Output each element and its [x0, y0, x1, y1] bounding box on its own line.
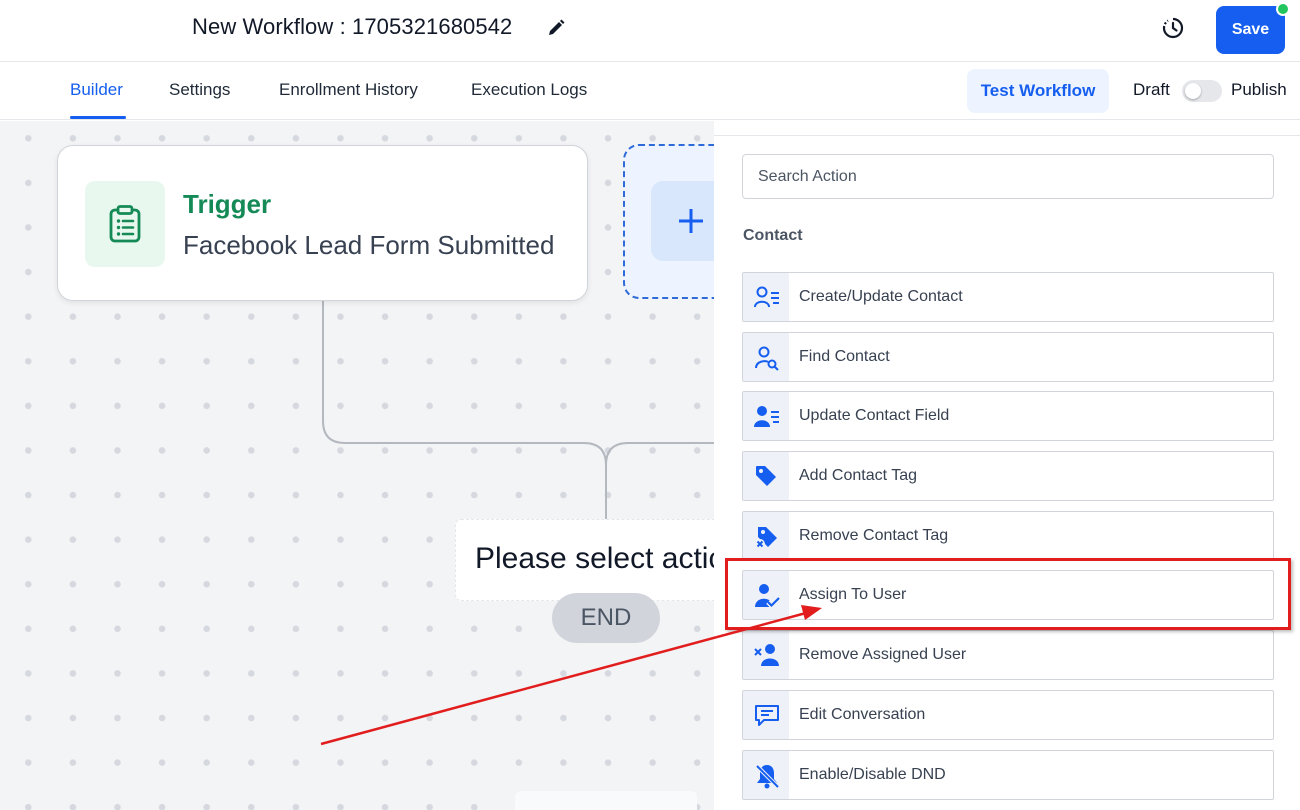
action-remove-contact-tag[interactable]: Remove Contact Tag — [742, 510, 1274, 561]
action-find-contact[interactable]: Find Contact — [742, 331, 1274, 382]
tab-execution-logs[interactable]: Execution Logs — [471, 80, 587, 100]
user-remove-icon — [754, 644, 779, 667]
canvas-node-stub — [515, 791, 697, 810]
annotation-highlight-box — [725, 558, 1291, 630]
workflow-canvas[interactable]: Trigger Facebook Lead Form Submitted Ple… — [0, 121, 714, 810]
toggle-knob — [1185, 83, 1201, 99]
search-action-input[interactable] — [742, 154, 1274, 199]
top-header: New Workflow : 1705321680542 Save — [0, 0, 1300, 62]
publish-toggle[interactable] — [1182, 80, 1222, 102]
publish-label: Publish — [1231, 80, 1287, 99]
action-panel: Contact Create/Update Contact — [714, 121, 1300, 810]
bell-off-icon — [755, 764, 780, 788]
workflow-title: New Workflow : 1705321680542 — [192, 14, 513, 39]
tag-icon — [756, 466, 776, 487]
section-title-contact: Contact — [743, 227, 803, 244]
active-tab-indicator — [70, 116, 126, 119]
action-enable-disable-dnd[interactable]: Enable/Disable DND — [742, 749, 1274, 800]
panel-divider — [714, 135, 1300, 136]
action-remove-assigned-user[interactable]: Remove Assigned User — [742, 630, 1274, 681]
find-contact-icon — [755, 346, 779, 371]
add-trigger-card[interactable] — [623, 144, 714, 299]
action-add-contact-tag[interactable]: Add Contact Tag — [742, 451, 1274, 502]
plus-icon — [679, 209, 703, 233]
tab-enrollment-history[interactable]: Enrollment History — [279, 80, 418, 100]
action-list: Create/Update Contact Find Contact Updat… — [742, 272, 1274, 809]
tabs-bar: Builder Settings Enrollment History Exec… — [0, 62, 1300, 120]
trigger-subtitle: Facebook Lead Form Submitted — [183, 230, 555, 260]
action-update-contact-field[interactable]: Update Contact Field — [742, 391, 1274, 442]
save-button[interactable]: Save — [1216, 6, 1285, 54]
select-action-text: Please select actic — [475, 542, 714, 575]
draft-label: Draft — [1133, 80, 1170, 99]
history-icon[interactable] — [1160, 15, 1186, 41]
test-workflow-button[interactable]: Test Workflow — [967, 69, 1109, 113]
tab-settings[interactable]: Settings — [169, 80, 230, 100]
contact-list-icon — [754, 286, 779, 308]
clipboard-list-icon — [109, 205, 141, 243]
action-create-update-contact[interactable]: Create/Update Contact — [742, 272, 1274, 322]
tab-builder[interactable]: Builder — [70, 80, 123, 100]
action-edit-conversation[interactable]: Edit Conversation — [742, 689, 1274, 740]
chat-icon — [755, 704, 779, 726]
pencil-edit-icon[interactable] — [546, 18, 566, 38]
trigger-card[interactable]: Trigger Facebook Lead Form Submitted — [57, 145, 588, 301]
tag-remove-icon — [755, 526, 777, 549]
end-node: END — [552, 593, 660, 643]
add-trigger-button[interactable] — [651, 181, 714, 261]
trigger-title: Trigger — [183, 189, 272, 219]
status-dot — [1276, 2, 1290, 16]
contact-field-icon — [754, 406, 779, 428]
trigger-icon-box — [85, 181, 165, 267]
select-action-placeholder[interactable]: Please select actic — [455, 519, 714, 601]
